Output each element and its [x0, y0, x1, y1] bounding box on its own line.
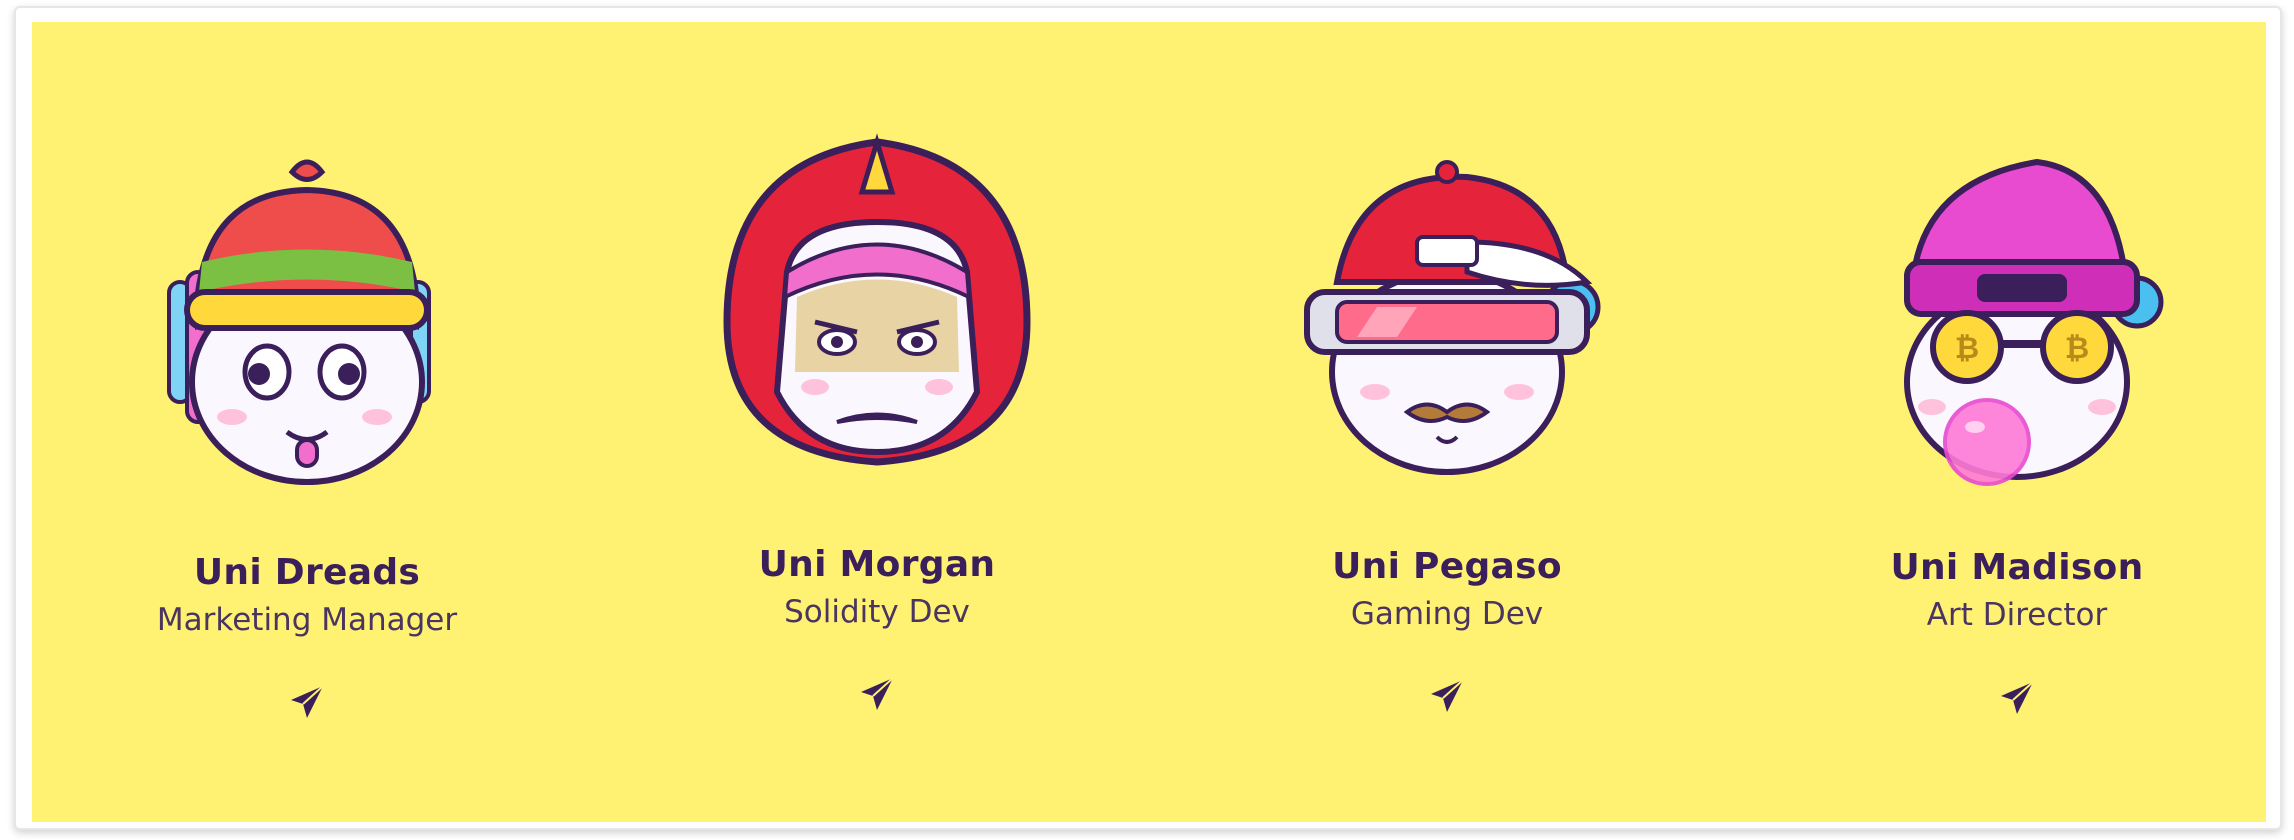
member-name: Uni Madison [1890, 547, 2144, 588]
member-role: Solidity Dev [784, 594, 970, 630]
send-plane-icon[interactable] [1997, 678, 2037, 718]
send-plane-icon[interactable] [287, 682, 327, 722]
member-name: Uni Pegaso [1332, 546, 1562, 587]
unicorn-visor-cap-icon [1267, 142, 1627, 502]
team-section: Uni Dreads Marketing Manager Uni Morgan … [32, 22, 2266, 822]
member-role: Marketing Manager [156, 602, 458, 638]
member-name: Uni Dreads [193, 552, 421, 593]
team-card-uni-dreads: Uni Dreads Marketing Manager [107, 22, 507, 822]
team-card-uni-pegaso: Uni Pegaso Gaming Dev [1247, 22, 1647, 822]
unicorn-dreads-beanie-icon [127, 142, 487, 502]
svg-text:₿: ₿ [1955, 331, 1979, 366]
unicorn-red-hood-icon [697, 122, 1057, 482]
svg-text:₿: ₿ [2065, 331, 2089, 366]
team-card-uni-madison: ₿ ₿ Uni Madison Art Director [1817, 22, 2217, 822]
team-card-uni-morgan: Uni Morgan Solidity Dev [677, 22, 1077, 822]
send-plane-icon[interactable] [1427, 676, 1467, 716]
send-plane-icon[interactable] [857, 674, 897, 714]
member-role: Art Director [1926, 597, 2108, 633]
unicorn-pink-beanie-bubblegum-icon: ₿ ₿ [1837, 142, 2197, 502]
member-role: Gaming Dev [1350, 596, 1544, 632]
member-name: Uni Morgan [758, 544, 996, 585]
